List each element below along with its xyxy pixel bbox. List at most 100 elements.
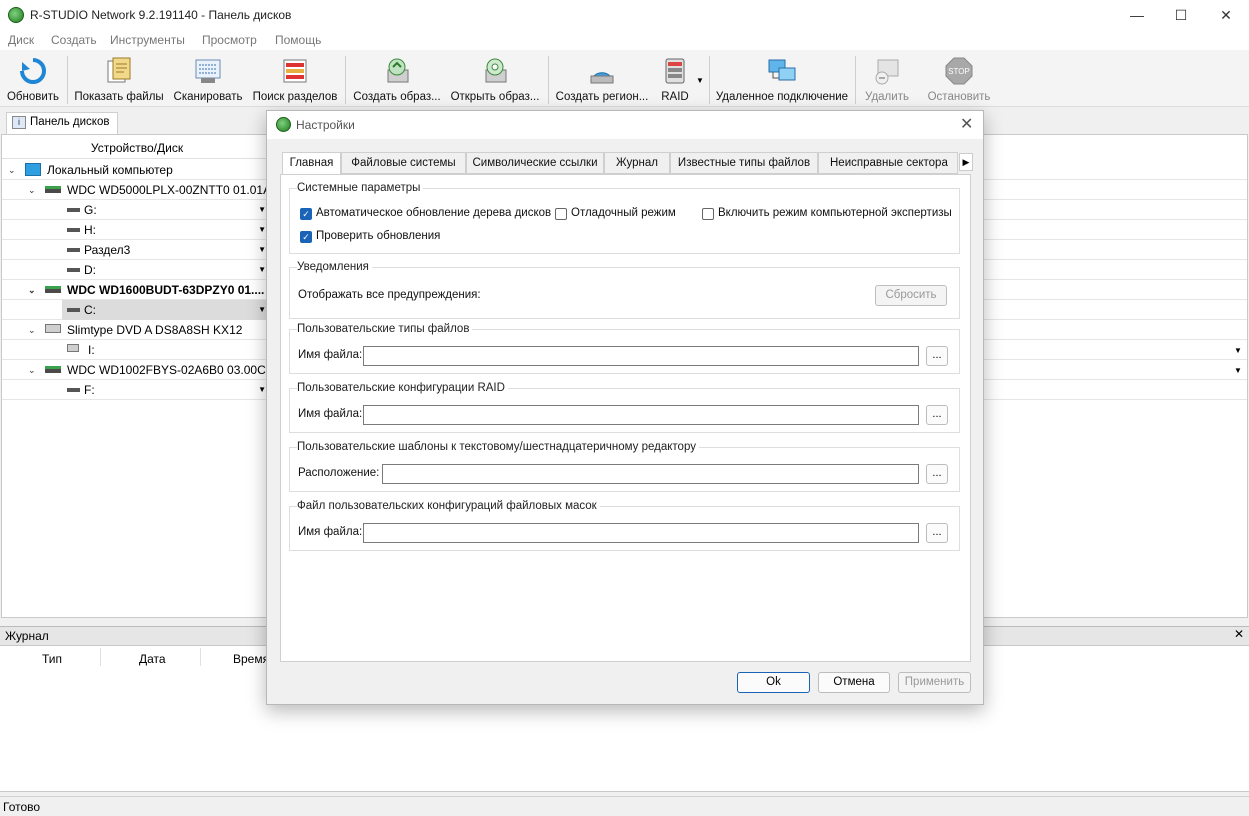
user-raid-input[interactable]: [363, 405, 919, 425]
ok-button[interactable]: Ok: [737, 672, 810, 693]
user-file-types-input[interactable]: [363, 346, 919, 366]
forensic-mode-label[interactable]: Включить режим компьютерной экспертизы: [718, 207, 952, 219]
menu-create[interactable]: Создать: [51, 33, 97, 47]
app-logo-icon: [8, 7, 24, 23]
tree-column-header[interactable]: Устройство/Диск: [2, 135, 272, 159]
create-image-button[interactable]: Создать образ...: [350, 54, 444, 106]
tree-row-disk[interactable]: ⌄ WDC WD5000LPLX-00ZNTT0 01.01A01: [2, 180, 284, 200]
tree-row-disk[interactable]: ⌄ WDC WD1002FBYS-02A6B0 03.00C06: [2, 360, 279, 380]
volume-icon: [67, 388, 80, 392]
show-files-icon: [107, 57, 131, 83]
scan-button[interactable]: Сканировать: [171, 54, 245, 106]
remote-connect-button[interactable]: Удаленное подключение: [714, 54, 850, 106]
scan-icon: [195, 59, 221, 83]
collapse-icon[interactable]: ⌄: [28, 185, 38, 195]
check-updates-label[interactable]: Проверить обновления: [316, 230, 440, 242]
column-separator[interactable]: [200, 648, 201, 666]
column-separator[interactable]: [100, 648, 101, 666]
debug-mode-label[interactable]: Отладочный режим: [571, 207, 676, 219]
browse-button[interactable]: ...: [926, 464, 948, 484]
dropdown-arrow-icon[interactable]: ▼: [258, 300, 266, 320]
menu-disk[interactable]: Диск: [8, 33, 34, 47]
show-files-button[interactable]: Показать файлы: [72, 54, 166, 106]
reset-warnings-button[interactable]: Сбросить: [875, 285, 947, 306]
auto-update-label[interactable]: Автоматическое обновление дерева дисков: [316, 207, 551, 219]
open-image-button[interactable]: Открыть образ...: [448, 54, 542, 106]
tree-row-volume[interactable]: F: ▼: [2, 380, 270, 400]
tree-row-volume[interactable]: H: ▼: [2, 220, 270, 240]
cancel-button[interactable]: Отмена: [818, 672, 890, 693]
raid-dropdown-icon[interactable]: ▼: [696, 76, 704, 85]
journal-col-date[interactable]: Дата: [139, 652, 166, 666]
tree-row-volume[interactable]: C: ▼: [2, 300, 270, 320]
show-files-label: Показать файлы: [74, 91, 164, 103]
tab-symlinks[interactable]: Символические ссылки: [466, 152, 604, 174]
tree-row-volume[interactable]: D: ▼: [2, 260, 270, 280]
stop-button[interactable]: STOP Остановить: [922, 54, 996, 106]
tree-row-volume[interactable]: Раздел3 ▼: [2, 240, 270, 260]
refresh-button[interactable]: Обновить: [2, 54, 64, 106]
open-image-icon: [485, 58, 507, 83]
close-button[interactable]: ✕: [1203, 0, 1249, 30]
tab-bad-sectors[interactable]: Неисправные сектора: [818, 152, 958, 174]
check-updates-checkbox[interactable]: ✓: [300, 231, 312, 243]
collapse-icon[interactable]: ⌄: [28, 365, 38, 375]
auto-update-checkbox[interactable]: ✓: [300, 208, 312, 220]
find-partitions-button[interactable]: Поиск разделов: [250, 54, 340, 106]
dialog-close-icon[interactable]: ✕: [960, 114, 973, 134]
journal-col-type[interactable]: Тип: [42, 652, 62, 666]
tab-journal[interactable]: Журнал: [604, 152, 670, 174]
volume-icon: [67, 308, 80, 312]
forensic-mode-checkbox[interactable]: [702, 208, 714, 220]
tab-general[interactable]: Главная: [282, 152, 341, 175]
tree-row-label: F:: [84, 383, 95, 397]
create-region-button[interactable]: Создать регион...: [553, 54, 651, 106]
computer-icon: [25, 163, 41, 176]
tab-known-file-types[interactable]: Известные типы файлов: [670, 152, 818, 174]
dropdown-arrow-icon[interactable]: ▼: [258, 200, 266, 220]
journal-col-time[interactable]: Время: [233, 652, 269, 666]
collapse-icon[interactable]: ⌄: [28, 325, 38, 335]
tree-row-optical-drive[interactable]: ⌄ Slimtype DVD A DS8A8SH KX12: [2, 320, 270, 340]
dropdown-arrow-icon[interactable]: ▼: [258, 240, 266, 260]
dropdown-arrow-icon[interactable]: ▼: [258, 260, 266, 280]
dropdown-arrow-icon[interactable]: ▼: [1234, 346, 1242, 355]
stop-icon-text: STOP: [948, 67, 970, 76]
browse-button[interactable]: ...: [926, 346, 948, 366]
volume-icon: [67, 248, 80, 252]
refresh-label: Обновить: [6, 91, 60, 103]
dropdown-arrow-icon[interactable]: ▼: [1234, 366, 1242, 375]
tree-row-label: G:: [84, 203, 97, 217]
tree-row-local-computer[interactable]: ⌄ Локальный компьютер: [2, 160, 270, 180]
journal-close-icon[interactable]: ✕: [1234, 627, 1244, 641]
maximize-button[interactable]: ☐: [1158, 0, 1204, 30]
tab-scroll-right-icon[interactable]: ▶: [959, 153, 973, 171]
browse-button[interactable]: ...: [926, 523, 948, 543]
toolbar-separator: [67, 56, 68, 104]
create-image-label: Создать образ...: [353, 91, 441, 103]
apply-button[interactable]: Применить: [898, 672, 971, 693]
dropdown-arrow-icon[interactable]: ▼: [258, 220, 266, 240]
file-masks-input[interactable]: [363, 523, 919, 543]
menu-view[interactable]: Просмотр: [202, 33, 257, 47]
group-title: Системные параметры: [297, 182, 424, 194]
tree-row-volume[interactable]: G: ▼: [2, 200, 270, 220]
tree-row-volume[interactable]: I:: [2, 340, 270, 360]
browse-button[interactable]: ...: [926, 405, 948, 425]
collapse-icon[interactable]: ⌄: [28, 285, 38, 295]
scan-label: Сканировать: [173, 91, 243, 103]
minimize-button[interactable]: —: [1114, 0, 1160, 30]
menu-help[interactable]: Помощь: [275, 33, 321, 47]
tree-row-disk[interactable]: ⌄ WDC WD1600BUDT-63DPZY0 01....: [2, 280, 270, 300]
tree-row-label: WDC WD1002FBYS-02A6B0 03.00C06: [67, 363, 280, 377]
collapse-icon[interactable]: ⌄: [8, 165, 18, 175]
tab-file-systems[interactable]: Файловые системы: [341, 152, 466, 174]
menu-tools[interactable]: Инструменты: [110, 33, 185, 47]
debug-mode-checkbox[interactable]: [555, 208, 567, 220]
open-image-label: Открыть образ...: [450, 91, 540, 103]
templates-location-input[interactable]: [382, 464, 919, 484]
dropdown-arrow-icon[interactable]: ▼: [258, 380, 266, 400]
delete-button[interactable]: Удалить: [860, 54, 914, 106]
raid-button[interactable]: RAID: [655, 54, 695, 106]
group-title: Пользовательские конфигурации RAID: [297, 382, 508, 394]
